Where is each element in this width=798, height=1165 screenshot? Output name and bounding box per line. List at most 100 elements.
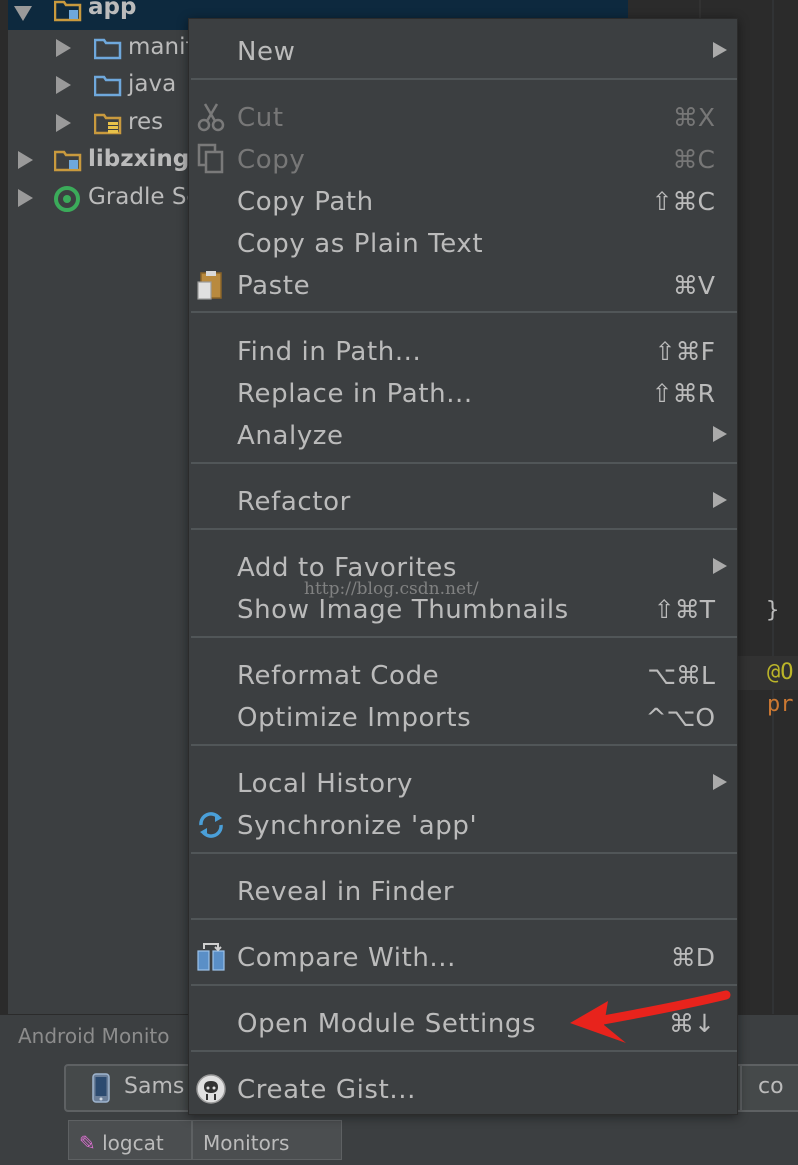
menu-separator (191, 918, 737, 920)
shortcut-reformat-code: ⌥⌘L (647, 661, 715, 690)
expand-arrow-icon[interactable] (18, 189, 33, 207)
menu-label-analyze: Analyze (237, 421, 344, 451)
menu-label-create-gist: Create Gist... (237, 1075, 416, 1105)
expand-arrow-icon[interactable] (18, 151, 33, 169)
monitor-title: Android Monito (18, 1024, 170, 1048)
menu-item-copy-as-plain-text[interactable]: Copy as Plain Text (189, 221, 737, 263)
gradle-icon (52, 184, 82, 214)
menu-separator (191, 636, 737, 638)
submenu-arrow-icon (713, 426, 727, 442)
expand-arrow-icon[interactable] (56, 76, 71, 94)
shortcut-show-image-thumbnails: ⇧⌘T (653, 595, 715, 624)
menu-label-paste: Paste (237, 271, 311, 301)
shortcut-compare-with: ⌘D (670, 943, 715, 972)
menu-label-refactor: Refactor (237, 487, 351, 517)
menu-item-compare-with[interactable]: Compare With... ⌘D (189, 935, 737, 977)
tab-logcat[interactable]: ✎ logcat (68, 1120, 192, 1160)
tree-label-libzxing: libzxing (88, 146, 190, 172)
menu-separator (191, 852, 737, 854)
module-folder-icon (54, 0, 82, 22)
context-menu: New Cut ⌘X Copy ⌘C Copy Path ⇧⌘C Copy as… (188, 18, 738, 1115)
shortcut-paste: ⌘V (672, 271, 715, 300)
menu-separator (191, 744, 737, 746)
menu-label-copy-as-plain-text: Copy as Plain Text (237, 229, 484, 259)
menu-item-reveal-in-finder[interactable]: Reveal in Finder (189, 869, 737, 911)
menu-item-optimize-imports[interactable]: Optimize Imports ^⌥O (189, 695, 737, 737)
menu-separator (191, 311, 737, 313)
menu-label-optimize-imports: Optimize Imports (237, 703, 472, 733)
menu-label-copy-path: Copy Path (237, 187, 374, 217)
watermark-text: http://blog.csdn.net/ (304, 579, 479, 599)
menu-label-open-module-settings: Open Module Settings (237, 1009, 537, 1039)
menu-label-show-image-thumbnails: Show Image Thumbnails (237, 595, 569, 625)
menu-label-replace-in-path: Replace in Path... (237, 379, 473, 409)
expand-arrow-icon[interactable] (56, 114, 71, 132)
menu-item-local-history[interactable]: Local History (189, 761, 737, 803)
tree-label-app: app (88, 0, 137, 20)
menu-item-refactor[interactable]: Refactor (189, 479, 737, 521)
submenu-arrow-icon (713, 558, 727, 574)
module-folder-icon (54, 148, 82, 172)
tab-monitors-label: Monitors (203, 1131, 290, 1155)
menu-separator (191, 528, 737, 530)
menu-item-cut[interactable]: Cut ⌘X (189, 95, 737, 137)
menu-item-create-gist[interactable]: Create Gist... (189, 1067, 737, 1109)
tab-monitors[interactable]: Monitors (192, 1120, 342, 1160)
shortcut-copy: ⌘C (672, 145, 715, 174)
menu-label-copy: Copy (237, 145, 306, 175)
menu-item-reformat-code[interactable]: Reformat Code ⌥⌘L (189, 653, 737, 695)
sync-icon (195, 809, 227, 841)
code-keyword: pr (767, 692, 794, 717)
left-edge-strip (0, 0, 8, 1014)
menu-label-local-history: Local History (237, 769, 413, 799)
resource-folder-icon (94, 111, 122, 135)
menu-label-compare-with: Compare With... (237, 943, 457, 973)
menu-item-copy-path[interactable]: Copy Path ⇧⌘C (189, 179, 737, 221)
menu-label-reveal-in-finder: Reveal in Finder (237, 877, 455, 907)
editor-margin-line (772, 0, 774, 1014)
shortcut-copy-path: ⇧⌘C (651, 187, 715, 216)
tree-label-java: java (128, 71, 177, 97)
shortcut-optimize-imports: ^⌥O (645, 703, 715, 732)
folder-icon (94, 73, 122, 97)
shortcut-find-in-path: ⇧⌘F (654, 337, 715, 366)
menu-label-synchronize: Synchronize 'app' (237, 811, 478, 841)
menu-item-new[interactable]: New (189, 29, 737, 71)
menu-item-synchronize[interactable]: Synchronize 'app' (189, 803, 737, 845)
menu-label-new: New (237, 37, 296, 67)
collapse-arrow-icon[interactable] (14, 6, 32, 21)
menu-label-cut: Cut (237, 103, 284, 133)
phone-icon (92, 1073, 110, 1103)
code-brace: } (766, 598, 780, 623)
menu-label-reformat-code: Reformat Code (237, 661, 440, 691)
menu-separator (191, 462, 737, 464)
github-icon (195, 1073, 227, 1105)
tab-logcat-label: logcat (102, 1131, 164, 1155)
submenu-arrow-icon (713, 42, 727, 58)
menu-label-find-in-path: Find in Path... (237, 337, 422, 367)
tree-label-res: res (128, 109, 164, 135)
scissors-icon (195, 101, 227, 133)
tree-label-manifests: manif (128, 34, 194, 60)
menu-separator (191, 78, 737, 80)
submenu-arrow-icon (713, 492, 727, 508)
paste-icon (195, 269, 227, 301)
shortcut-cut: ⌘X (672, 103, 715, 132)
compare-icon (195, 941, 227, 973)
submenu-arrow-icon (713, 774, 727, 790)
shortcut-replace-in-path: ⇧⌘R (651, 379, 715, 408)
menu-item-replace-in-path[interactable]: Replace in Path... ⇧⌘R (189, 371, 737, 413)
process-select-label: co (758, 1074, 784, 1099)
code-annotation: @O (767, 660, 794, 685)
logcat-icon: ✎ (79, 1131, 96, 1155)
annotation-arrow-icon (566, 985, 731, 1050)
copy-icon (195, 143, 227, 175)
menu-item-analyze[interactable]: Analyze (189, 413, 737, 455)
menu-item-copy[interactable]: Copy ⌘C (189, 137, 737, 179)
folder-icon (94, 36, 122, 60)
expand-arrow-icon[interactable] (56, 39, 71, 57)
menu-separator (191, 1050, 737, 1052)
menu-item-find-in-path[interactable]: Find in Path... ⇧⌘F (189, 329, 737, 371)
device-label: Sams (124, 1074, 185, 1099)
menu-item-paste[interactable]: Paste ⌘V (189, 263, 737, 305)
